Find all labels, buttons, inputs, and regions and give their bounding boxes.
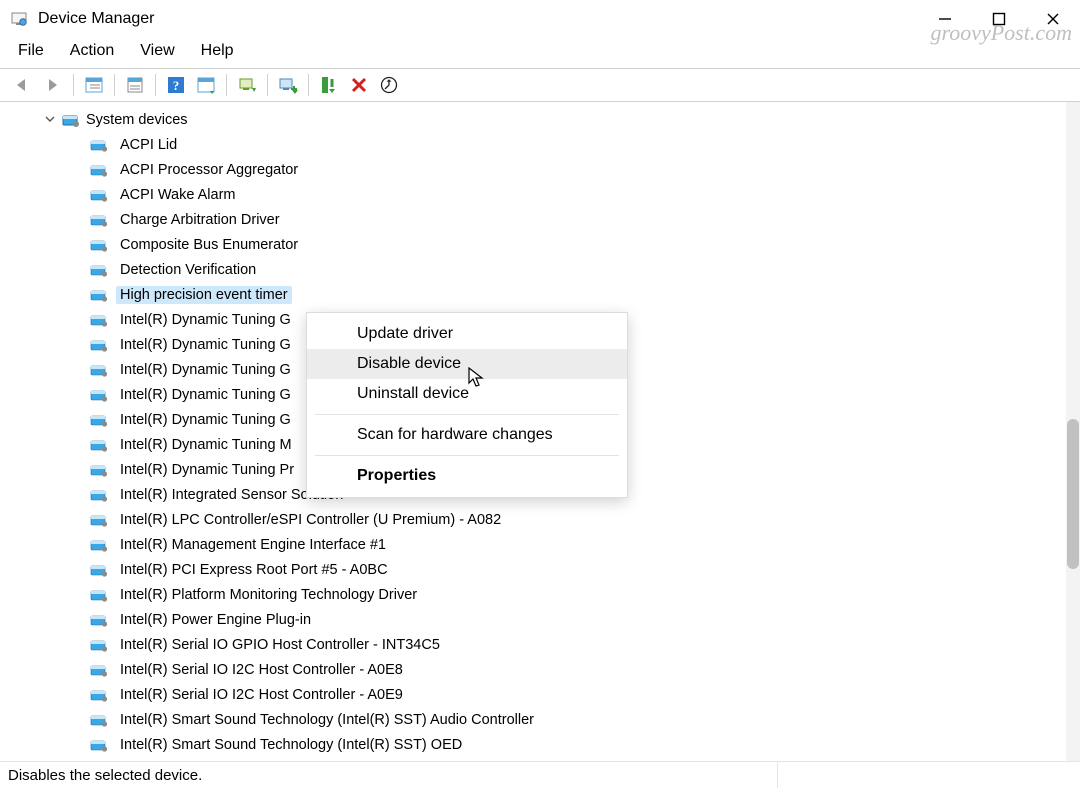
device-row[interactable]: Intel(R) Serial IO I2C Host Controller -… — [0, 657, 1066, 682]
device-label: Intel(R) Smart Sound Technology (Intel(R… — [116, 711, 538, 729]
scrollbar-thumb[interactable] — [1067, 419, 1079, 569]
maximize-button[interactable] — [986, 6, 1012, 32]
device-label: Charge Arbitration Driver — [116, 211, 284, 229]
device-row[interactable]: High precision event timer — [0, 282, 1066, 307]
close-button[interactable] — [1040, 6, 1066, 32]
context-menu-item[interactable]: Properties — [307, 461, 627, 491]
help-button[interactable]: ? — [163, 72, 189, 98]
device-label: Intel(R) Management Engine Interface #1 — [116, 536, 390, 554]
device-label: Intel(R) Dynamic Tuning G — [116, 311, 295, 329]
device-row[interactable]: Composite Bus Enumerator — [0, 232, 1066, 257]
device-label: Detection Verification — [116, 261, 260, 279]
device-label: Intel(R) Serial IO I2C Host Controller -… — [116, 686, 407, 704]
context-menu-separator — [315, 455, 619, 456]
device-label: Intel(R) Power Engine Plug-in — [116, 611, 315, 629]
device-row[interactable]: Charge Arbitration Driver — [0, 207, 1066, 232]
device-label: Intel(R) Smart Sound Technology (Intel(R… — [116, 736, 466, 754]
toolbar-separator — [308, 74, 309, 96]
context-menu-item[interactable]: Uninstall device — [307, 379, 627, 409]
toolbar-separator — [73, 74, 74, 96]
context-menu-item[interactable]: Disable device — [307, 349, 627, 379]
device-row[interactable]: ACPI Processor Aggregator — [0, 157, 1066, 182]
device-label: Intel(R) Dynamic Tuning G — [116, 336, 295, 354]
device-row[interactable]: Intel(R) Power Engine Plug-in — [0, 607, 1066, 632]
back-button[interactable] — [10, 72, 36, 98]
minimize-button[interactable] — [932, 6, 958, 32]
toolbar: ? — [0, 68, 1080, 102]
device-row[interactable]: Intel(R) Management Engine Interface #1 — [0, 532, 1066, 557]
window-controls — [932, 6, 1072, 32]
device-label: ACPI Wake Alarm — [116, 186, 240, 204]
device-label: Intel(R) Dynamic Tuning Pr — [116, 461, 298, 479]
device-label: Intel(R) Platform Monitoring Technology … — [116, 586, 421, 604]
status-bar: Disables the selected device. — [0, 762, 1080, 788]
menu-help[interactable]: Help — [201, 42, 234, 60]
enable-device-button[interactable] — [316, 72, 342, 98]
device-row[interactable]: ACPI Lid — [0, 132, 1066, 157]
context-menu-item[interactable]: Scan for hardware changes — [307, 420, 627, 450]
device-label: Intel(R) Dynamic Tuning G — [116, 386, 295, 404]
device-label: Intel(R) Serial IO I2C Host Controller -… — [116, 661, 407, 679]
menu-bar: File Action View Help — [0, 38, 1080, 68]
tree-category-row[interactable]: System devices — [0, 108, 1066, 132]
device-category-icon — [62, 113, 80, 127]
status-help-text: Disables the selected device. — [8, 767, 202, 784]
menu-action[interactable]: Action — [70, 42, 114, 60]
show-hide-tree-button[interactable] — [81, 72, 107, 98]
device-label: Intel(R) Dynamic Tuning M — [116, 436, 296, 454]
device-row[interactable]: Intel(R) PCI Express Root Port #5 - A0BC — [0, 557, 1066, 582]
app-icon — [10, 10, 28, 28]
device-row[interactable]: Intel(R) Platform Monitoring Technology … — [0, 582, 1066, 607]
menu-view[interactable]: View — [140, 42, 174, 60]
toolbar-separator — [226, 74, 227, 96]
forward-button[interactable] — [40, 72, 66, 98]
context-menu-separator — [315, 414, 619, 415]
device-label: Intel(R) Dynamic Tuning G — [116, 361, 295, 379]
scan-hardware-button[interactable] — [376, 72, 402, 98]
window-title: Device Manager — [38, 10, 155, 28]
device-label: Intel(R) LPC Controller/eSPI Controller … — [116, 511, 505, 529]
svg-text:?: ? — [173, 78, 180, 93]
device-row[interactable]: Intel(R) Serial IO GPIO Host Controller … — [0, 632, 1066, 657]
action-button[interactable] — [193, 72, 219, 98]
device-row[interactable]: Detection Verification — [0, 257, 1066, 282]
properties-button[interactable] — [122, 72, 148, 98]
device-row[interactable]: Intel(R) LPC Controller/eSPI Controller … — [0, 507, 1066, 532]
toolbar-separator — [114, 74, 115, 96]
device-label: Intel(R) Dynamic Tuning G — [116, 411, 295, 429]
device-label: ACPI Lid — [116, 136, 181, 154]
toolbar-separator — [267, 74, 268, 96]
device-row[interactable]: Intel(R) Smart Sound Technology (Intel(R… — [0, 707, 1066, 732]
device-label: Intel(R) Serial IO GPIO Host Controller … — [116, 636, 444, 654]
uninstall-device-button[interactable] — [346, 72, 372, 98]
collapse-icon[interactable] — [44, 112, 56, 128]
title-bar: Device Manager — [0, 0, 1080, 38]
device-row[interactable]: Intel(R) Serial IO I2C Host Controller -… — [0, 682, 1066, 707]
menu-file[interactable]: File — [18, 42, 44, 60]
toolbar-separator — [155, 74, 156, 96]
tree-category-label: System devices — [86, 112, 188, 128]
update-driver-button[interactable] — [234, 72, 260, 98]
disable-device-button[interactable] — [275, 72, 301, 98]
device-label: High precision event timer — [116, 286, 292, 304]
vertical-scrollbar[interactable] — [1066, 102, 1080, 761]
device-label: ACPI Processor Aggregator — [116, 161, 302, 179]
device-label: Composite Bus Enumerator — [116, 236, 302, 254]
device-label: Intel(R) PCI Express Root Port #5 - A0BC — [116, 561, 392, 579]
device-row[interactable]: ACPI Wake Alarm — [0, 182, 1066, 207]
context-menu-item[interactable]: Update driver — [307, 319, 627, 349]
device-row[interactable]: Intel(R) Smart Sound Technology (Intel(R… — [0, 732, 1066, 757]
context-menu: Update driverDisable deviceUninstall dev… — [306, 312, 628, 498]
